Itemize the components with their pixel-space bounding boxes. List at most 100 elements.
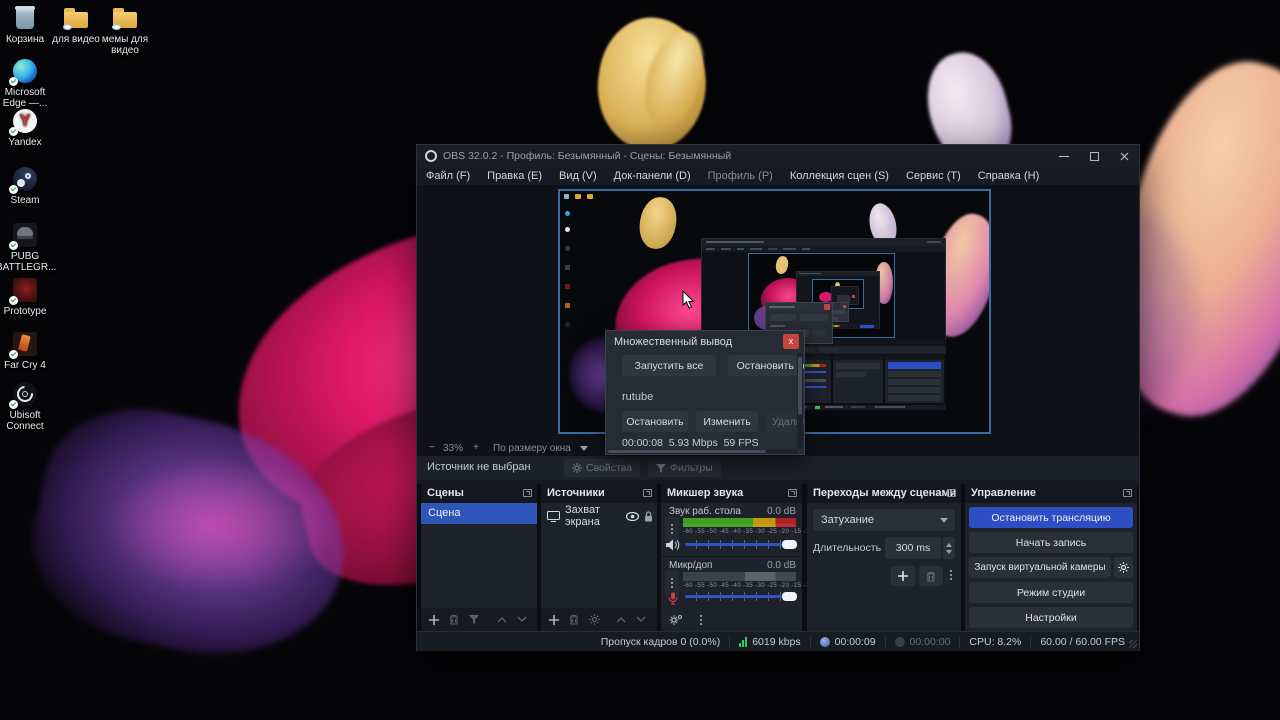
source-list-item[interactable]: Захват экрана <box>547 507 653 525</box>
mixer-menu-dots[interactable] <box>700 615 702 625</box>
stop-output-button[interactable]: Остановить <box>622 411 688 432</box>
menu-view[interactable]: Вид (V) <box>559 170 597 182</box>
desktop-icon-pubg[interactable]: PUBG BATTLEGR... <box>0 222 54 273</box>
sync-check-badge <box>9 77 18 86</box>
duration-spin-arrows[interactable] <box>943 537 955 559</box>
pubg-icon <box>12 222 38 248</box>
desktop-icon-folder-memes[interactable]: мемы для видео <box>96 5 154 56</box>
menu-help[interactable]: Справка (H) <box>978 170 1039 182</box>
menu-docks[interactable]: Док-панели (D) <box>614 170 691 182</box>
icon-label: Microsoft Edge —... <box>0 87 54 109</box>
chevron-down-icon[interactable] <box>580 446 588 451</box>
resize-grip[interactable] <box>1129 640 1137 648</box>
virtual-camera-config-button[interactable] <box>1114 557 1133 578</box>
window-title: OBS 32.0.2 - Профиль: Безымянный - Сцены… <box>443 145 731 167</box>
add-scene-icon[interactable] <box>429 615 439 625</box>
desktop-icon-farcry4[interactable]: Far Cry 4 <box>0 331 54 371</box>
menu-edit[interactable]: Правка (E) <box>487 170 542 182</box>
scene-list-item[interactable]: Сцена <box>421 503 537 524</box>
sources-toolbar <box>541 608 657 631</box>
virtual-camera-button[interactable]: Запуск виртуальной камеры <box>969 557 1111 578</box>
stop-streaming-button[interactable]: Остановить трансляцию <box>969 507 1133 528</box>
advanced-audio-icon[interactable] <box>669 614 682 626</box>
dialog-vscrollbar[interactable] <box>797 353 803 449</box>
sources-panel-header[interactable]: Источники <box>541 484 657 503</box>
dock-area: Сцены Сцена Источники Захват экрана <box>417 484 1139 631</box>
volume-slider-handle[interactable] <box>782 540 797 549</box>
studio-mode-button[interactable]: Режим студии <box>969 582 1133 603</box>
audio-mixer-panel: Микшер звука Звук раб. стола 0.0 dB -60 … <box>661 484 802 631</box>
start-all-button[interactable]: Запустить все <box>622 355 716 376</box>
no-source-label: Источник не выбран <box>427 461 531 473</box>
remove-transition-button[interactable] <box>919 566 943 586</box>
maximize-button[interactable] <box>1079 145 1109 167</box>
mixer-channel-menu[interactable] <box>665 517 679 541</box>
stop-all-button[interactable]: Остановить все <box>728 355 805 376</box>
icon-label: Yandex <box>0 137 54 148</box>
settings-button[interactable]: Настройки <box>969 607 1133 628</box>
controls-panel: Управление Остановить трансляцию Начать … <box>965 484 1137 631</box>
obs-titlebar[interactable]: OBS 32.0.2 - Профиль: Безымянный - Сцены… <box>417 145 1139 167</box>
menu-scene-collection[interactable]: Коллекция сцен (S) <box>790 170 889 182</box>
remove-scene-icon[interactable] <box>449 614 459 625</box>
add-transition-button[interactable] <box>891 566 915 586</box>
desktop-icon-prototype[interactable]: Prototype <box>0 277 54 317</box>
desktop-icon-steam[interactable]: Steam <box>0 166 54 206</box>
transitions-panel-header[interactable]: Переходы между сценами <box>807 484 961 503</box>
popout-icon <box>643 489 652 497</box>
sync-check-badge <box>9 185 18 194</box>
transition-select[interactable]: Затухание <box>813 509 955 531</box>
volume-slider[interactable] <box>685 543 782 546</box>
stream-timer: 00:00:09 <box>820 636 876 648</box>
lock-icon[interactable] <box>644 511 653 522</box>
scene-filters-icon[interactable] <box>469 615 479 624</box>
controls-panel-header[interactable]: Управление <box>965 484 1137 503</box>
dialog-title: Множественный вывод <box>614 336 732 348</box>
close-button[interactable] <box>1109 145 1139 167</box>
remove-source-icon[interactable] <box>569 614 579 625</box>
zoom-fit-select[interactable]: По размеру окна <box>493 443 571 454</box>
properties-button[interactable]: Свойства <box>564 459 640 477</box>
sync-check-badge <box>9 127 18 136</box>
duration-label: Длительность <box>813 542 881 554</box>
mixer-channel-db: 0.0 dB <box>767 560 796 571</box>
duration-spinbox[interactable]: 300 ms <box>885 537 941 559</box>
mic-muted-icon[interactable] <box>667 592 679 605</box>
dialog-close-button[interactable]: x <box>783 334 799 349</box>
move-scene-up-icon[interactable] <box>497 616 507 623</box>
record-status-icon <box>895 637 905 647</box>
desktop-icon-ubisoft[interactable]: Ubisoft Connect <box>0 381 54 432</box>
dialog-titlebar[interactable]: Множественный вывод x <box>606 331 804 353</box>
ubisoft-connect-icon <box>12 381 38 407</box>
menu-profile[interactable]: Профиль (P) <box>708 170 773 182</box>
desktop-icon-recycle-bin[interactable]: Корзина <box>0 5 54 45</box>
transitions-menu-dots[interactable] <box>950 570 952 580</box>
volume-slider[interactable] <box>685 595 782 598</box>
mixer-panel-header[interactable]: Микшер звука <box>661 484 802 503</box>
zoom-in-button[interactable]: + <box>473 442 479 453</box>
move-scene-down-icon[interactable] <box>517 616 527 623</box>
desktop-icon-yandex[interactable]: Y Yandex <box>0 108 54 148</box>
move-source-down-icon[interactable] <box>636 616 646 623</box>
menu-tools[interactable]: Сервис (T) <box>906 170 961 182</box>
minimize-button[interactable] <box>1049 145 1079 167</box>
move-source-up-icon[interactable] <box>616 616 626 623</box>
filters-button[interactable]: Фильтры <box>648 459 721 477</box>
recycle-bin-icon <box>14 5 36 31</box>
dialog-hscrollbar[interactable] <box>608 449 798 454</box>
scenes-panel-header[interactable]: Сцены <box>421 484 537 503</box>
source-properties-icon[interactable] <box>589 614 600 625</box>
edit-output-button[interactable]: Изменить <box>696 411 758 432</box>
add-icon <box>898 571 908 581</box>
volume-slider-handle[interactable] <box>782 592 797 601</box>
visibility-eye-icon[interactable] <box>626 512 639 521</box>
menu-bar: Файл (F) Правка (E) Вид (V) Док-панели (… <box>417 167 1139 185</box>
zoom-out-button[interactable]: − <box>429 442 435 453</box>
bitrate-status: 6019 kbps <box>739 636 800 648</box>
sync-check-badge <box>9 350 18 359</box>
speaker-icon[interactable] <box>666 539 680 551</box>
desktop-icon-edge[interactable]: Microsoft Edge —... <box>0 58 54 109</box>
menu-file[interactable]: Файл (F) <box>426 170 470 182</box>
add-source-icon[interactable] <box>549 615 559 625</box>
start-recording-button[interactable]: Начать запись <box>969 532 1133 553</box>
